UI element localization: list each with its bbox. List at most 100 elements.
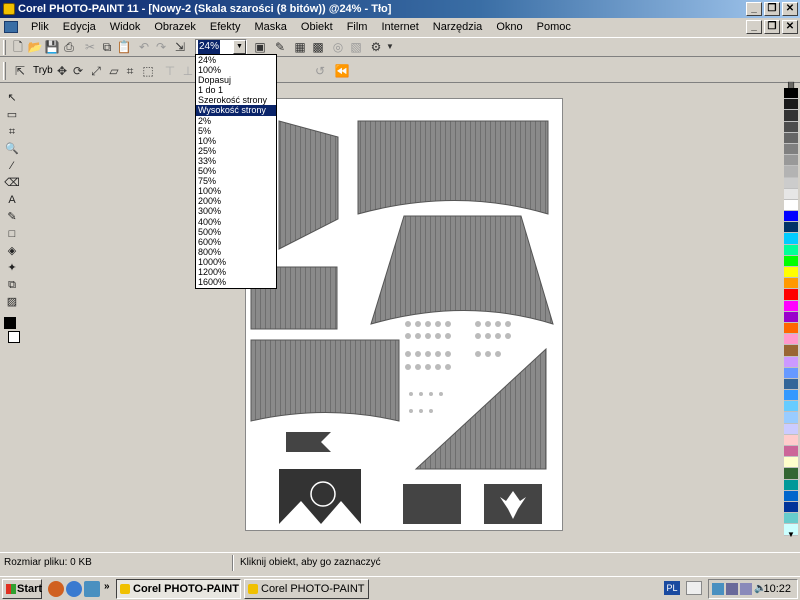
rectangle-mask-tool-icon[interactable]: ▭ bbox=[3, 107, 21, 124]
palette-swatch[interactable] bbox=[784, 367, 798, 379]
pick-tool-icon[interactable]: ⇱ bbox=[12, 63, 28, 79]
image-sprayer-tool-icon[interactable]: ▨ bbox=[3, 294, 21, 311]
palette-swatch[interactable] bbox=[784, 199, 798, 212]
palette-swatch[interactable] bbox=[784, 311, 798, 323]
zoom-dropdown-list[interactable]: 24% 100% Dopasuj 1 do 1 Szerokość strony Wyso… bbox=[195, 54, 277, 289]
zoom-option[interactable]: 1 do 1 bbox=[196, 85, 276, 95]
rotate-icon[interactable]: ⟳ bbox=[70, 63, 86, 79]
menu-film[interactable]: Film bbox=[340, 18, 375, 36]
zoom-option[interactable]: 300% bbox=[196, 206, 276, 216]
move-icon[interactable]: ✥ bbox=[54, 63, 70, 79]
menu-edycja[interactable]: Edycja bbox=[56, 18, 103, 36]
start-button[interactable]: Start bbox=[2, 579, 42, 599]
tray-network-icon[interactable] bbox=[726, 583, 738, 595]
view-icon[interactable]: ▣ bbox=[252, 39, 268, 55]
firefox-icon[interactable] bbox=[48, 581, 64, 597]
zoom-option[interactable]: 50% bbox=[196, 166, 276, 176]
background-color[interactable] bbox=[8, 331, 20, 343]
chevron-right-icon[interactable]: » bbox=[104, 581, 110, 592]
menu-maska[interactable]: Maska bbox=[247, 18, 293, 36]
doc-restore-button[interactable]: ❐ bbox=[764, 20, 780, 34]
crop-tool-icon[interactable]: ⌗ bbox=[3, 124, 21, 141]
toolbar-grip[interactable] bbox=[3, 40, 6, 55]
palette-swatch[interactable] bbox=[784, 121, 798, 133]
fill-tool-icon[interactable]: ◈ bbox=[3, 243, 21, 260]
apply-icon[interactable]: ↺ bbox=[312, 63, 328, 79]
menu-obiekt[interactable]: Obiekt bbox=[294, 18, 340, 36]
zoom-option[interactable]: 1000% bbox=[196, 257, 276, 267]
clone-tool-icon[interactable]: ⧉ bbox=[3, 277, 21, 294]
document-icon[interactable] bbox=[4, 21, 18, 33]
zoom-option[interactable]: 25% bbox=[196, 146, 276, 156]
zoom-combobox[interactable]: 24% ▼ bbox=[195, 39, 247, 55]
palette-swatch[interactable] bbox=[784, 356, 798, 368]
zoom-option[interactable]: Dopasuj bbox=[196, 75, 276, 85]
object-icon[interactable]: ◎ bbox=[330, 39, 346, 55]
zoom-value[interactable]: 24% bbox=[198, 40, 221, 54]
palette-scroll-down-icon[interactable]: ▼ bbox=[786, 530, 796, 540]
palette-swatch[interactable] bbox=[784, 513, 798, 525]
zoom-option[interactable]: 24% bbox=[196, 55, 276, 65]
anchor-icon[interactable]: ⊥ bbox=[180, 63, 196, 79]
zoom-option[interactable]: 100% bbox=[196, 65, 276, 75]
align-icon[interactable]: ⊤ bbox=[162, 63, 178, 79]
palette-swatch[interactable] bbox=[784, 479, 798, 491]
palette-swatch[interactable] bbox=[784, 390, 798, 402]
copy-icon[interactable]: ⧉ bbox=[99, 39, 115, 55]
skew-icon[interactable]: ▱ bbox=[106, 63, 122, 79]
close-button[interactable]: ✕ bbox=[782, 2, 798, 16]
zoom-option[interactable]: Szerokość strony bbox=[196, 95, 276, 105]
palette-swatch[interactable] bbox=[784, 132, 798, 144]
doc-minimize-button[interactable]: _ bbox=[746, 20, 762, 34]
tray-app-icon[interactable] bbox=[712, 583, 724, 595]
import-icon[interactable]: ⇲ bbox=[172, 39, 188, 55]
zoom-option[interactable]: 400% bbox=[196, 217, 276, 227]
palette-swatch[interactable] bbox=[784, 446, 798, 458]
zoom-option[interactable]: 10% bbox=[196, 136, 276, 146]
scale-icon[interactable]: ⤢ bbox=[88, 63, 104, 79]
zoom-option[interactable]: 200% bbox=[196, 196, 276, 206]
task-photopaint-active[interactable]: Corel PHOTO-PAINT 1... bbox=[116, 579, 241, 599]
menu-efekty[interactable]: Efekty bbox=[203, 18, 248, 36]
print-icon[interactable]: ⎙ bbox=[61, 39, 77, 55]
pick-tool-icon[interactable]: ↖ bbox=[3, 90, 21, 107]
palette-swatch[interactable] bbox=[784, 255, 798, 267]
save-icon[interactable]: 💾 bbox=[44, 39, 60, 55]
palette-swatch[interactable] bbox=[784, 244, 798, 256]
palette-swatch[interactable] bbox=[784, 188, 798, 200]
palette-swatch[interactable] bbox=[784, 143, 798, 156]
restore-button[interactable]: ❐ bbox=[764, 2, 780, 16]
zoom-option[interactable]: 75% bbox=[196, 176, 276, 186]
menu-widok[interactable]: Widok bbox=[103, 18, 148, 36]
palette-swatch[interactable] bbox=[784, 278, 798, 290]
desktop-icon[interactable] bbox=[84, 581, 100, 597]
palette-menu-icon[interactable]: ▤ bbox=[786, 80, 796, 90]
palette-swatch[interactable] bbox=[784, 289, 798, 301]
palette-swatch[interactable] bbox=[784, 222, 798, 234]
zoom-option[interactable]: 800% bbox=[196, 247, 276, 257]
browser-icon[interactable] bbox=[66, 581, 82, 597]
language-indicator[interactable]: PL bbox=[664, 581, 680, 595]
palette-swatch[interactable] bbox=[784, 423, 798, 435]
zoom-option[interactable]: 1200% bbox=[196, 267, 276, 277]
palette-swatch[interactable] bbox=[784, 110, 798, 122]
paint-tool-icon[interactable]: ✎ bbox=[3, 209, 21, 226]
image-document[interactable] bbox=[245, 98, 563, 531]
back-icon[interactable]: ⏪ bbox=[334, 63, 350, 79]
zoom-option[interactable]: 1600% bbox=[196, 277, 276, 287]
palette-swatch[interactable] bbox=[784, 322, 798, 335]
palette-swatch[interactable] bbox=[784, 501, 798, 514]
palette-swatch[interactable] bbox=[784, 401, 798, 413]
undo-icon[interactable]: ↶ bbox=[136, 39, 152, 55]
task-photopaint[interactable]: Corel PHOTO-PAINT 11 bbox=[244, 579, 369, 599]
palette-swatch[interactable] bbox=[784, 345, 798, 357]
zoom-option[interactable]: 2% bbox=[196, 116, 276, 126]
zoom-tool-icon[interactable]: 🔍 bbox=[3, 141, 21, 158]
palette-swatch[interactable] bbox=[784, 166, 798, 178]
keyboard-icon[interactable] bbox=[686, 581, 702, 595]
eyedropper-tool-icon[interactable]: ⁄ bbox=[3, 158, 21, 175]
palette-swatch[interactable] bbox=[784, 233, 798, 245]
palette-swatch[interactable] bbox=[784, 434, 798, 446]
eraser-tool-icon[interactable]: ⌫ bbox=[3, 175, 21, 192]
palette-swatch[interactable] bbox=[784, 211, 798, 223]
